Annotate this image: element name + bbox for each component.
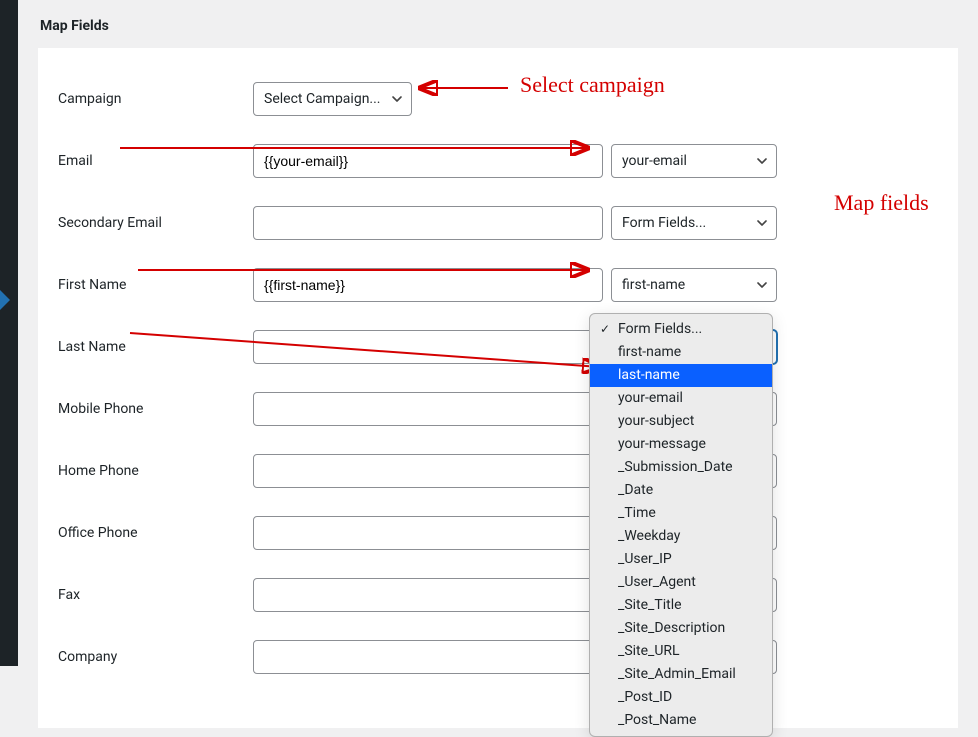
dropdown-item[interactable]: _User_Agent (590, 571, 772, 594)
field-dropdown-list[interactable]: Form Fields...first-namelast-nameyour-em… (589, 313, 773, 737)
dropdown-item[interactable]: your-message (590, 433, 772, 456)
home-phone-input[interactable] (253, 454, 603, 488)
chevron-down-icon (756, 279, 768, 291)
secondary-email-field-select-text: Form Fields... (622, 215, 706, 231)
company-input[interactable] (253, 640, 603, 674)
sidebar-flyout-indicator (0, 290, 10, 310)
campaign-select[interactable]: Select Campaign... (253, 82, 412, 116)
row-campaign: Campaign Select Campaign... (58, 68, 938, 130)
row-fax: Fax (58, 564, 938, 626)
email-field-select-text: your-email (622, 153, 687, 169)
label-first-name: First Name (58, 277, 253, 293)
dropdown-item[interactable]: _Site_Description (590, 617, 772, 640)
label-company: Company (58, 649, 253, 665)
row-first-name: First Name first-name (58, 254, 938, 316)
chevron-down-icon (391, 93, 403, 105)
office-phone-input[interactable] (253, 516, 603, 550)
row-home-phone: Home Phone (58, 440, 938, 502)
dropdown-item[interactable]: _User_IP (590, 548, 772, 571)
first-name-field-select-text: first-name (622, 277, 685, 293)
wp-admin-sidebar (0, 0, 18, 666)
chevron-down-icon (756, 217, 768, 229)
dropdown-item[interactable]: _Submission_Date (590, 456, 772, 479)
label-email: Email (58, 153, 253, 169)
section-title: Map Fields (38, 0, 958, 48)
row-mobile-phone: Mobile Phone (58, 378, 938, 440)
row-last-name: Last Name Form Fields... (58, 316, 938, 378)
dropdown-item[interactable]: _Time (590, 502, 772, 525)
dropdown-item[interactable]: _Site_Admin_Email (590, 663, 772, 686)
label-secondary-email: Secondary Email (58, 215, 253, 231)
row-email: Email your-email (58, 130, 938, 192)
row-secondary-email: Secondary Email Form Fields... (58, 192, 938, 254)
campaign-select-text: Select Campaign... (264, 91, 381, 107)
chevron-down-icon (756, 155, 768, 167)
secondary-email-field-select[interactable]: Form Fields... (611, 206, 777, 240)
dropdown-item[interactable]: _Weekday (590, 525, 772, 548)
secondary-email-input[interactable] (253, 206, 603, 240)
dropdown-item[interactable]: your-subject (590, 410, 772, 433)
first-name-field-select[interactable]: first-name (611, 268, 777, 302)
row-company: Company (58, 626, 938, 688)
dropdown-item[interactable]: _Post_ID (590, 686, 772, 709)
page-container: Map Fields Campaign Select Campaign... E… (18, 0, 978, 666)
fax-input[interactable] (253, 578, 603, 612)
mobile-phone-input[interactable] (253, 392, 603, 426)
label-fax: Fax (58, 587, 253, 603)
label-mobile-phone: Mobile Phone (58, 401, 253, 417)
label-office-phone: Office Phone (58, 525, 253, 541)
dropdown-item[interactable]: Form Fields... (590, 318, 772, 341)
label-last-name: Last Name (58, 339, 253, 355)
dropdown-item[interactable]: your-email (590, 387, 772, 410)
dropdown-item[interactable]: last-name (590, 364, 772, 387)
map-fields-panel: Campaign Select Campaign... Email your-e… (38, 48, 958, 728)
email-field-select[interactable]: your-email (611, 144, 777, 178)
dropdown-item[interactable]: _Date (590, 479, 772, 502)
dropdown-item[interactable]: _Site_Title (590, 594, 772, 617)
dropdown-item[interactable]: first-name (590, 341, 772, 364)
label-home-phone: Home Phone (58, 463, 253, 479)
dropdown-item[interactable]: _Post_Name (590, 709, 772, 732)
label-campaign: Campaign (58, 91, 253, 107)
last-name-input[interactable] (253, 330, 603, 364)
first-name-input[interactable] (253, 268, 603, 302)
dropdown-item[interactable]: _Site_URL (590, 640, 772, 663)
email-input[interactable] (253, 144, 603, 178)
row-office-phone: Office Phone (58, 502, 938, 564)
